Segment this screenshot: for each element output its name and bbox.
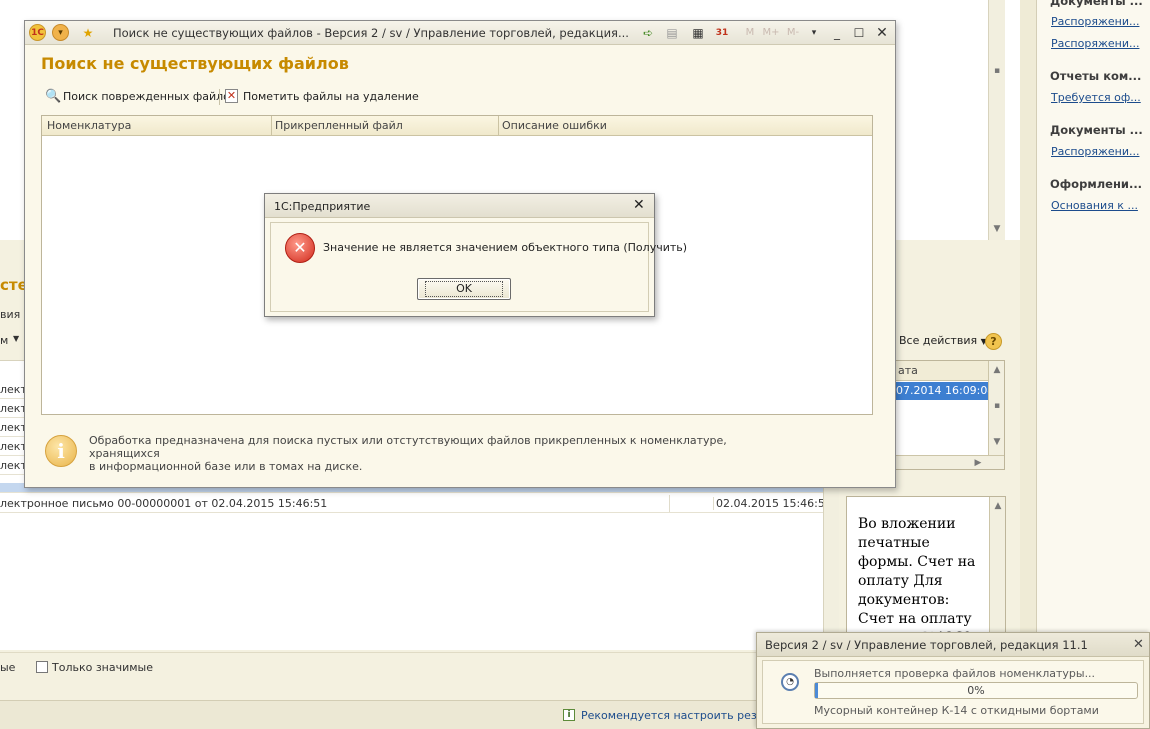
navigate-forward-icon[interactable]: ➪ [639, 24, 657, 42]
panel-link-grounds[interactable]: Основания к ... [1051, 199, 1147, 212]
ok-button[interactable]: OK [417, 278, 511, 300]
scroll-right-icon[interactable]: ▶ [970, 456, 986, 470]
memory-m-icon[interactable]: M [741, 24, 759, 42]
more-dropdown-icon[interactable]: ▾ [805, 24, 823, 42]
dialog-title: 1С:Предприятие [274, 200, 371, 213]
form-description-line-1: Обработка предназначена для поиска пусты… [89, 434, 727, 460]
calendar-icon[interactable]: 31 [713, 24, 731, 42]
message-text-box[interactable]: Во вложении печатные формы. Счет на опла… [846, 496, 1006, 646]
dialog-message: Значение не является значением объектног… [323, 241, 688, 254]
scroll-mark-icon: ▪ [993, 66, 1001, 76]
dialog-body: ✕ Значение не является значением объектн… [270, 222, 687, 312]
maximize-icon[interactable]: ☐ [850, 24, 868, 42]
panel-header-registration: Оформлени... [1050, 177, 1143, 191]
panel-header-reports: Отчеты ком... [1050, 69, 1142, 83]
scroll-down-icon[interactable]: ▼ [989, 222, 1005, 236]
memory-minus-icon[interactable]: M- [784, 24, 802, 42]
delete-mark-icon: ✕ [225, 89, 238, 103]
table-row[interactable]: лектронное письмо 00-00000001 от 02.04.2… [0, 495, 823, 513]
form-description: Обработка предназначена для поиска пусты… [89, 434, 789, 473]
menu-dropdown-icon[interactable]: ▾ [52, 24, 69, 41]
window-titlebar[interactable]: 1C ▾ ★ Поиск не существующих файлов - Ве… [25, 21, 895, 45]
background-menu-fragment[interactable]: м [0, 334, 8, 347]
help-icon[interactable]: ? [985, 333, 1002, 350]
mini-table-scrollbar[interactable]: ▲ ▪ ▼ [988, 361, 1004, 455]
progress-bar: 0% [814, 682, 1138, 699]
all-actions-menu[interactable]: Все действия ▼ [899, 334, 987, 347]
favorite-star-icon[interactable]: ★ [79, 24, 97, 42]
background-field-fragment: вия [0, 308, 21, 321]
results-table-header: Номенклатура Прикрепленный файл Описание… [42, 116, 872, 136]
notification-body: ◔ Выполняется проверка файлов номенклату… [762, 660, 1144, 724]
panel-link-orders-2[interactable]: Распоряжени... [1051, 37, 1147, 50]
close-icon[interactable]: ✕ [1133, 637, 1144, 652]
scroll-down-icon[interactable]: ▼ [989, 435, 1005, 449]
form-toolbar: 🔍 Поиск поврежденных файлов ✕ Пометить ф… [41, 87, 541, 107]
toolbar-separator [219, 89, 220, 105]
filter-fragment: ые [0, 661, 16, 674]
error-dialog: 1С:Предприятие ✕ ✕ Значение не является … [264, 193, 687, 317]
notification-status-text: Выполняется проверка файлов номенклатуры… [814, 667, 1096, 680]
notification-current-item: Мусорный контейнер К-14 с откидными борт… [814, 704, 1099, 717]
scroll-mark-icon: ▪ [993, 401, 1001, 411]
background-top-scrollbar[interactable]: ▪ ▼ [988, 0, 1005, 240]
right-info-panel: Документы ... Распоряжени... Распоряжени… [1036, 0, 1150, 729]
only-significant-checkbox[interactable] [36, 661, 48, 673]
info-icon: i [45, 435, 77, 467]
close-icon[interactable]: ✕ [873, 24, 891, 42]
background-filter-bar: ые Только значимые [0, 652, 840, 700]
window-title: Поиск не существующих файлов - Версия 2 … [113, 26, 633, 40]
dropdown-arrow-icon: ▼ [13, 334, 20, 343]
progress-notification: Версия 2 / sv / Управление торговлей, ре… [756, 632, 1150, 729]
panel-splitter[interactable] [1020, 0, 1036, 729]
column-header-nomenclature[interactable]: Номенклатура [47, 119, 131, 132]
scroll-up-icon[interactable]: ▲ [989, 363, 1005, 377]
panel-header-documents-2: Документы ... [1050, 123, 1143, 137]
progress-percent: 0% [967, 684, 985, 697]
mark-files-for-deletion-label: Пометить файлы на удаление [243, 90, 419, 103]
minimize-icon[interactable]: _ [828, 24, 846, 42]
clock-icon: ◔ [781, 673, 799, 691]
scroll-up-icon[interactable]: ▲ [990, 499, 1006, 513]
panel-link-orders-1[interactable]: Распоряжени... [1051, 15, 1147, 28]
error-icon: ✕ [285, 233, 315, 263]
column-separator [271, 116, 272, 136]
dialog-titlebar[interactable]: 1С:Предприятие ✕ [265, 194, 654, 218]
notification-titlebar[interactable]: Версия 2 / sv / Управление торговлей, ре… [757, 633, 1149, 657]
print-icon[interactable]: ▤ [663, 24, 681, 42]
panel-link-orders-3[interactable]: Распоряжени... [1051, 145, 1147, 158]
column-separator [498, 116, 499, 136]
form-description-line-2: в информационной базе или в томах на дис… [89, 460, 363, 473]
column-header-error-description[interactable]: Описание ошибки [502, 119, 607, 132]
status-recommendation-link[interactable]: Рекомендуется настроить резерв [581, 709, 756, 722]
search-damaged-files-label: Поиск поврежденных файлов [63, 90, 237, 103]
calculator-icon[interactable]: ▦ [689, 24, 707, 42]
message-text: Во вложении печатные формы. Счет на опла… [858, 516, 976, 646]
all-actions-label: Все действия [899, 334, 978, 347]
attachments-mini-table[interactable]: ата 07.2014 16:09:04 ▲ ▪ ▼ ▶ [877, 360, 1005, 470]
search-damaged-files-button[interactable]: 🔍 Поиск поврежденных файлов [45, 87, 236, 107]
message-scrollbar[interactable]: ▲ [989, 497, 1005, 635]
page-title: Поиск не существующих файлов [41, 54, 349, 73]
ok-button-label: OK [425, 281, 503, 297]
memory-plus-icon[interactable]: M+ [762, 24, 780, 42]
column-header-attached-file[interactable]: Прикрепленный файл [275, 119, 403, 132]
panel-header-documents-1: Документы ... [1050, 0, 1143, 8]
notification-title: Версия 2 / sv / Управление торговлей, ре… [765, 638, 1088, 652]
only-significant-label: Только значимые [52, 661, 154, 674]
search-icon: 🔍 [45, 89, 62, 104]
mark-files-for-deletion-button[interactable]: ✕ Пометить файлы на удаление [225, 87, 419, 107]
app-logo-icon[interactable]: 1C [29, 24, 46, 41]
mini-table-hscrollbar[interactable]: ▶ [878, 455, 1004, 469]
close-icon[interactable]: ✕ [633, 197, 645, 213]
panel-link-required[interactable]: Требуется оф... [1051, 91, 1147, 104]
info-small-icon: i [563, 709, 575, 721]
